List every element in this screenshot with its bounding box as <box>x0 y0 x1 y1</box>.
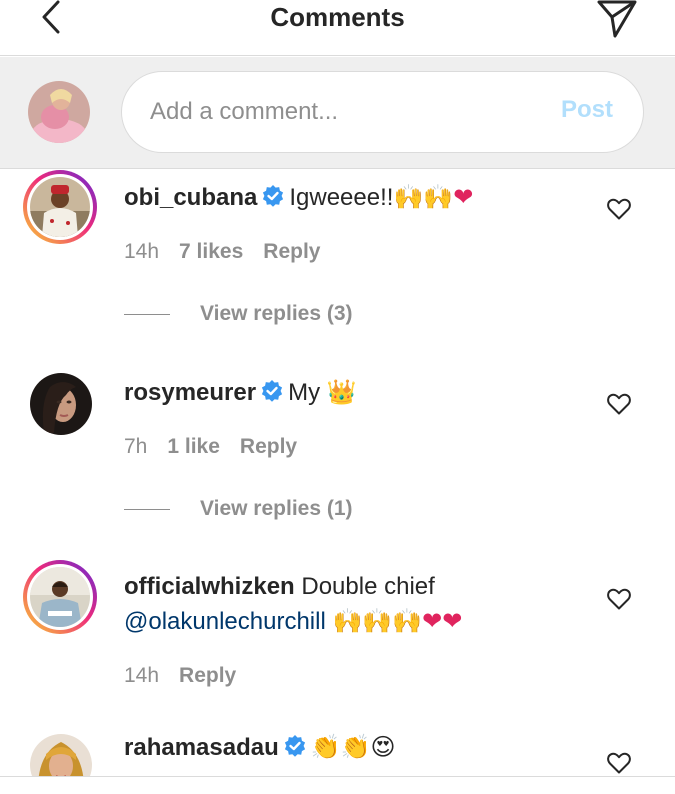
heart-outline-icon[interactable] <box>606 750 632 776</box>
comment-input[interactable] <box>150 94 520 130</box>
header-bar: Comments <box>0 0 675 56</box>
comment-timestamp: 7h <box>124 435 148 458</box>
heart-emoji: ❤ <box>453 183 474 211</box>
crown-emoji: 👑 <box>326 378 357 406</box>
heart-outline-icon[interactable] <box>606 586 632 612</box>
comment-body: My <box>288 379 321 406</box>
verified-badge-icon <box>261 380 283 402</box>
clapping-hands-emoji: 👏👏😍 <box>310 733 396 761</box>
comment-username[interactable]: rosymeurer <box>124 379 256 406</box>
comment-timestamp: 14h <box>124 664 160 687</box>
raised-hands-emoji: 🙌🙌🙌 <box>332 607 423 635</box>
share-button[interactable] <box>593 0 637 40</box>
current-user-avatar[interactable] <box>28 81 90 143</box>
comment-meta: 14h 7 likes Reply <box>124 240 340 264</box>
heart-emoji: ❤❤ <box>422 607 463 635</box>
view-replies-button[interactable]: View replies (3) <box>124 302 353 326</box>
likes-count[interactable]: 1 like <box>167 435 220 458</box>
verified-badge-icon <box>263 185 284 207</box>
likes-count[interactable]: 7 likes <box>179 240 243 263</box>
post-button[interactable]: Post <box>561 96 613 124</box>
reply-button[interactable]: Reply <box>263 240 320 263</box>
mention-link[interactable]: @olakunlechurchill <box>124 608 326 635</box>
bottom-divider <box>0 776 675 777</box>
verified-badge-icon <box>284 735 305 757</box>
page-title: Comments <box>270 2 405 32</box>
raised-hands-emoji: 🙌🙌 <box>393 183 454 211</box>
comment-meta: 14h Reply <box>124 664 256 688</box>
comment-composer: Post <box>0 57 675 169</box>
comment-username[interactable]: obi_cubana <box>124 184 257 211</box>
avatar[interactable] <box>30 373 92 435</box>
avatar[interactable] <box>23 560 97 634</box>
comment-text: rosymeurer My 👑 <box>124 375 584 410</box>
comment-username[interactable]: officialwhizken <box>124 573 295 600</box>
view-replies-button[interactable]: View replies (1) <box>124 497 353 521</box>
comment-timestamp: 14h <box>124 240 160 263</box>
comment-username[interactable]: rahamasadau <box>124 734 279 761</box>
reply-button[interactable]: Reply <box>179 664 236 687</box>
comment-text: officialwhizken Double chief @olakunlechu… <box>124 570 584 639</box>
comment-body: Double chief <box>301 573 435 600</box>
comments-list[interactable]: obi_cubana Igweeee!!🙌🙌❤ 14h 7 likes Reply V… <box>0 170 675 776</box>
comment-body: Igweeee!! <box>289 184 394 211</box>
comment-text: obi_cubana Igweeee!!🙌🙌❤ <box>124 180 584 215</box>
divider-line <box>124 508 170 510</box>
comment-text: rahamasadau 👏👏😍 <box>124 730 584 765</box>
heart-outline-icon[interactable] <box>606 391 632 417</box>
reply-button[interactable]: Reply <box>240 435 297 458</box>
view-replies-label: View replies (3) <box>200 302 353 325</box>
view-replies-label: View replies (1) <box>200 497 353 520</box>
comment-meta: 7h 1 like Reply <box>124 435 317 459</box>
avatar[interactable] <box>30 734 92 776</box>
direct-send-icon <box>597 0 637 38</box>
comment-input-container[interactable]: Post <box>121 71 644 153</box>
divider-line <box>124 313 170 315</box>
avatar[interactable] <box>23 170 97 244</box>
heart-outline-icon[interactable] <box>606 196 632 222</box>
